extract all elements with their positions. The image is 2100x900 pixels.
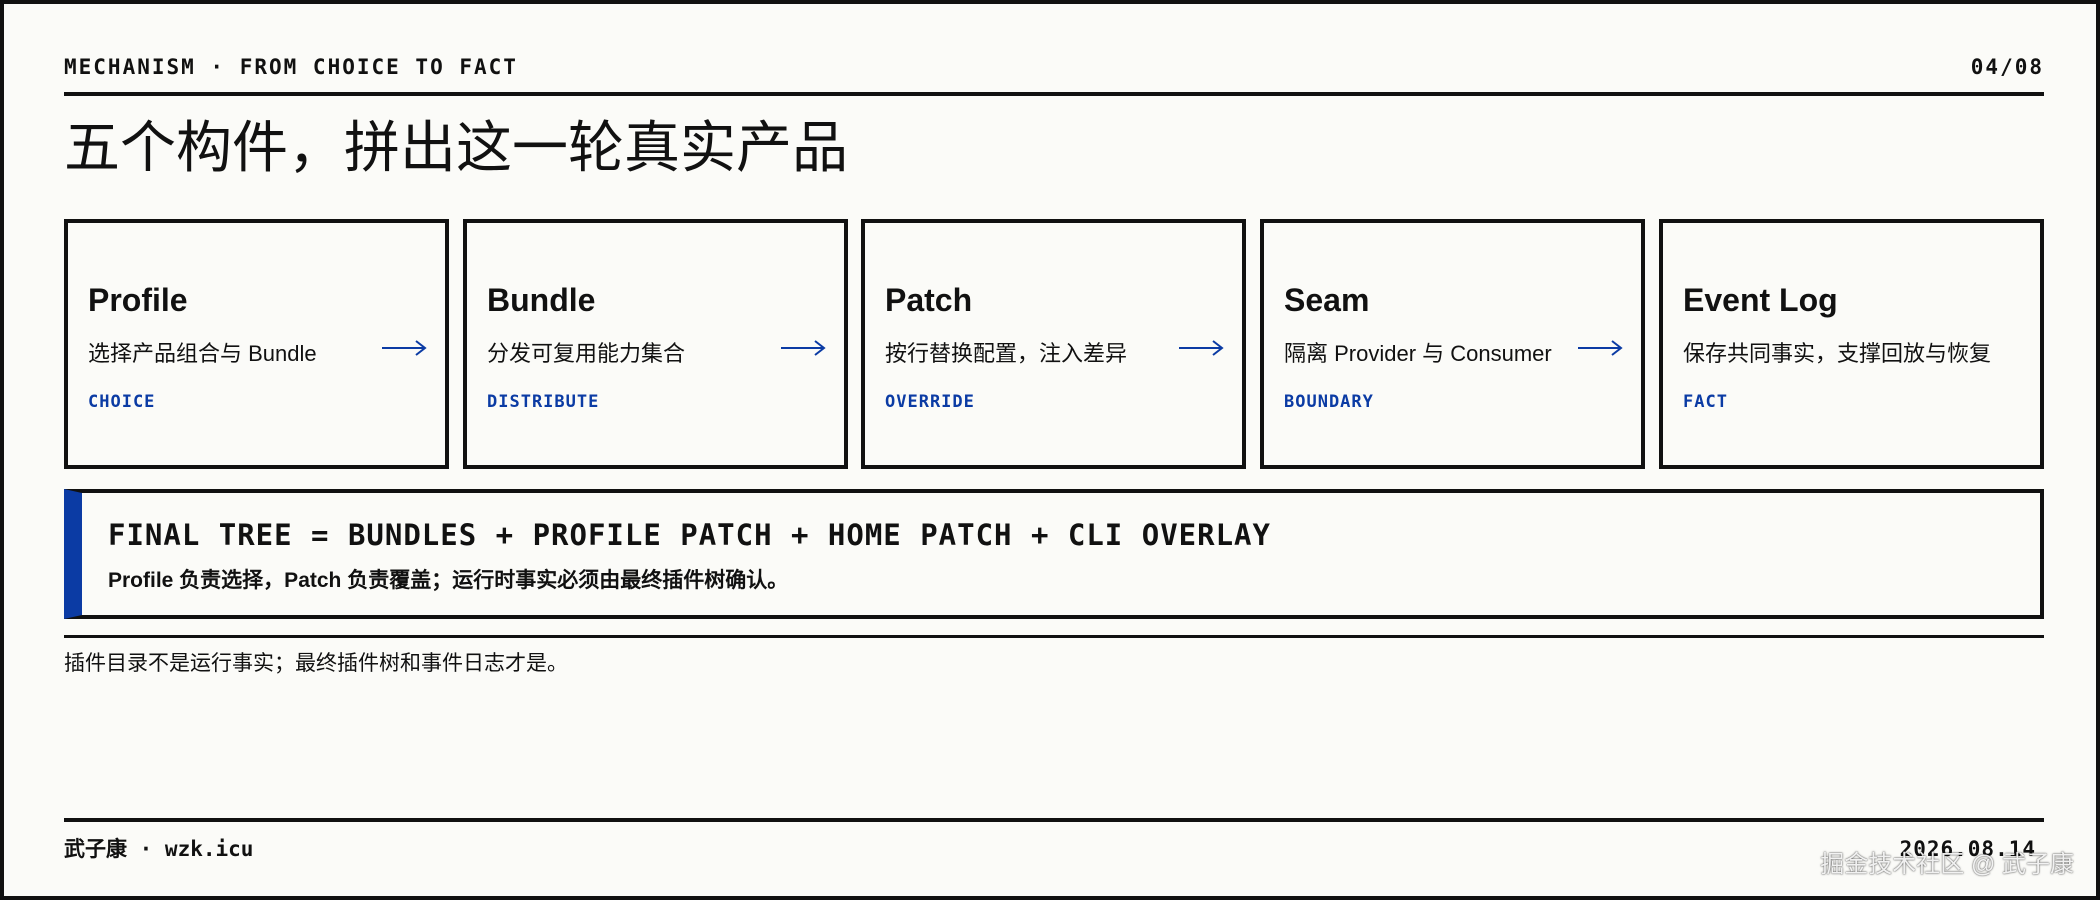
slide: MECHANISM · FROM CHOICE TO FACT 04/08 五个…: [0, 0, 2100, 900]
card-name: Patch: [885, 282, 973, 318]
right-arrow-icon: [1578, 340, 1623, 356]
watermark: 掘金技术社区 @ 武子康: [1820, 851, 2074, 878]
card-name: Seam: [1284, 282, 1370, 318]
card-profile: Profile 选择产品组合与 Bundle CHOICE: [64, 219, 449, 469]
closing-note: 插件目录不是运行事实；最终插件树和事件日志才是。: [64, 652, 568, 675]
footer-divider: [64, 818, 2044, 822]
card-bundle: Bundle 分发可复用能力集合 DISTRIBUTE: [463, 219, 848, 469]
right-arrow-icon: [1179, 340, 1224, 356]
header: MECHANISM · FROM CHOICE TO FACT 04/08: [64, 54, 2044, 96]
card-event-log: Event Log 保存共同事实，支撑回放与恢复 FACT: [1659, 219, 2044, 469]
card-name: Event Log: [1683, 282, 1838, 318]
page-title: 五个构件，拼出这一轮真实产品: [64, 116, 848, 181]
formula-equation: FINAL TREE = BUNDLES + PROFILE PATCH + H…: [108, 518, 1271, 552]
card-description: 按行替换配置，注入差异: [885, 341, 1128, 366]
formula-box: FINAL TREE = BUNDLES + PROFILE PATCH + H…: [64, 489, 2044, 619]
right-arrow-icon: [382, 340, 427, 356]
section-label: MECHANISM · FROM CHOICE TO FACT: [64, 55, 518, 79]
card-tag: CHOICE: [88, 392, 156, 412]
card-tag: DISTRIBUTE: [487, 392, 600, 412]
component-cards: Profile 选择产品组合与 Bundle CHOICE Bundle 分发可…: [64, 219, 2044, 469]
card-tag: OVERRIDE: [885, 392, 975, 412]
card-description: 保存共同事实，支撑回放与恢复: [1683, 341, 1992, 366]
card-seam: Seam 隔离 Provider 与 Consumer BOUNDARY: [1260, 219, 1645, 469]
page-number: 04/08: [1970, 55, 2044, 79]
card-name: Bundle: [487, 282, 596, 318]
card-description: 分发可复用能力集合: [487, 341, 686, 366]
card-name: Profile: [88, 282, 188, 318]
card-tag: BOUNDARY: [1284, 392, 1374, 412]
formula-explanation: Profile 负责选择，Patch 负责覆盖；运行时事实必须由最终插件树确认。: [108, 569, 789, 592]
divider: [64, 635, 2044, 638]
card-patch: Patch 按行替换配置，注入差异 OVERRIDE: [861, 219, 1246, 469]
right-arrow-icon: [781, 340, 826, 356]
footer-author: 武子康 · wzk.icu: [64, 837, 254, 861]
card-tag: FACT: [1683, 392, 1728, 412]
card-description: 选择产品组合与 Bundle: [88, 341, 317, 366]
card-description: 隔离 Provider 与 Consumer: [1284, 341, 1552, 366]
